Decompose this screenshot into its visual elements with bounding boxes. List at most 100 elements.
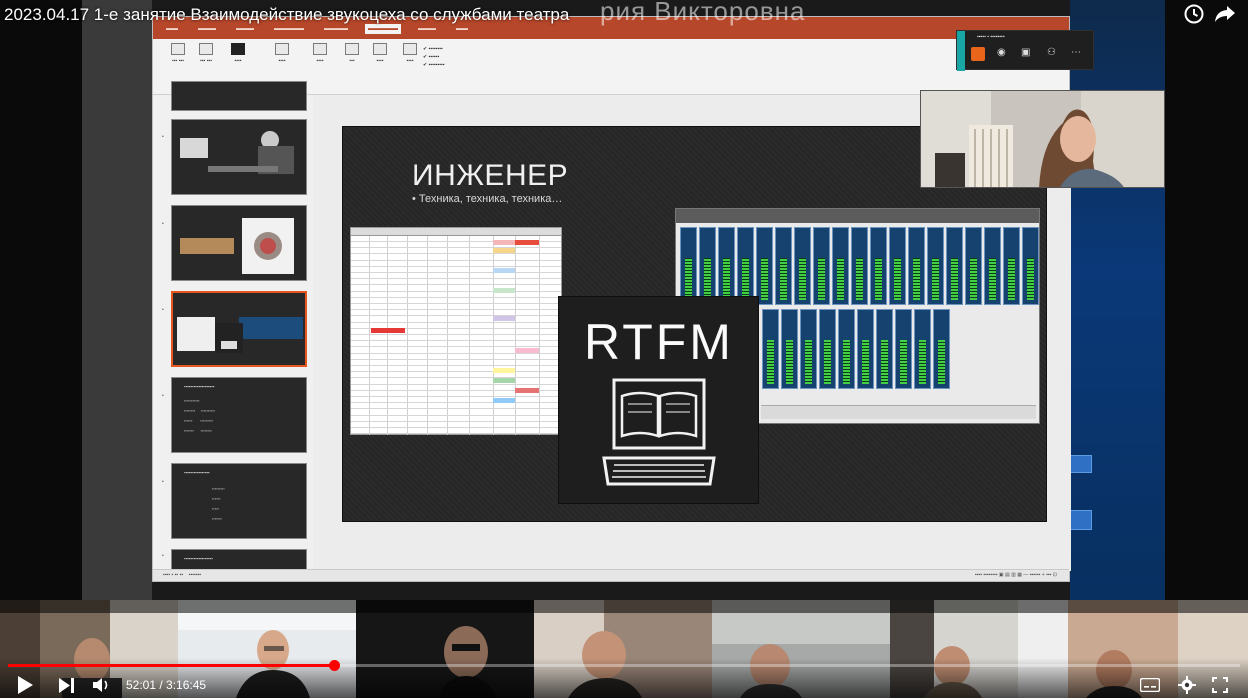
mixer-channel-strip <box>680 227 697 305</box>
spreadsheet-highlight-cell <box>493 268 515 273</box>
slide-thumbnail-selected[interactable] <box>171 291 307 367</box>
mixer-channel-strip <box>870 227 887 305</box>
mixer-channel-strip <box>813 227 830 305</box>
spreadsheet-row <box>351 360 561 366</box>
slide-bullet: • Техника, техника, техника… <box>412 193 563 205</box>
participant-name-label <box>1068 600 1248 613</box>
level-meter <box>894 258 901 300</box>
zoom-controls[interactable]: ▪▪▪▪ ▪▪▪▪▪▪▪▪ ▣ ▤ ▥ ▦ — ▪▪▪▪▪▪ + ▪▪▪ ⊡ <box>975 572 1057 578</box>
mixer-channel-strip <box>946 227 963 305</box>
spreadsheet-row <box>351 261 561 267</box>
spreadsheet-row <box>351 317 561 323</box>
level-meter <box>1008 258 1015 300</box>
spreadsheet-row <box>351 397 561 404</box>
spreadsheet-row <box>351 416 561 422</box>
camera-icon[interactable]: ◉ <box>997 47 1006 58</box>
mixer-channel-strip <box>819 309 836 389</box>
level-meter <box>900 340 907 384</box>
volume-icon[interactable] <box>92 677 112 693</box>
spreadsheet-row <box>351 403 561 410</box>
mixer-channel-strip <box>914 309 931 389</box>
time-display: 52:01 / 3:16:45 <box>126 678 207 692</box>
level-meter <box>805 340 812 384</box>
time-total: 3:16:45 <box>166 678 207 692</box>
level-meter <box>723 258 730 300</box>
spreadsheet-highlight-cell <box>493 378 515 383</box>
mixer-channel-strip <box>895 309 912 389</box>
spreadsheet-row <box>351 304 561 311</box>
level-meter <box>824 340 831 384</box>
mixer-channel-strip <box>800 309 817 389</box>
participants-icon[interactable]: ⚇ <box>1047 47 1056 58</box>
spreadsheet-row <box>351 379 561 385</box>
ribbon-icon <box>171 43 185 55</box>
ribbon-tab[interactable]: ▬▬▬▬ <box>321 24 351 34</box>
level-meter <box>862 340 869 384</box>
ribbon-tabs: ▬▬ ▬▬▬ ▬▬▬ ▬▬▬▬▬ ▬▬▬▬ ▬▬▬▬▬ ▬▬▬ ▬▬ <box>163 24 471 34</box>
subtitles-icon[interactable] <box>1140 678 1160 692</box>
meeting-status: ▪▪▪▪▪ ▪ ▪▪▪▪▪▪▪▪ <box>977 34 1005 40</box>
progress-bar[interactable] <box>8 660 1240 671</box>
mixer-channel-strip <box>832 227 849 305</box>
fullscreen-icon[interactable] <box>1212 677 1228 693</box>
mixer-channel-strip <box>781 309 798 389</box>
ribbon-icon <box>373 43 387 55</box>
spreadsheet-highlight-cell <box>515 348 539 353</box>
level-meter <box>970 258 977 300</box>
share-icon[interactable] <box>1214 5 1236 23</box>
mixer-channel-strip <box>876 309 893 389</box>
more-icon[interactable]: ⋯ <box>1071 47 1081 58</box>
play-icon[interactable] <box>16 676 34 694</box>
level-meter <box>837 258 844 300</box>
level-meter <box>704 258 711 300</box>
ribbon-tab[interactable]: ▬▬▬ <box>415 24 439 34</box>
slide-thumbnail[interactable] <box>171 119 307 195</box>
slide-number: • <box>162 307 164 313</box>
video-title[interactable]: 2023.04.17 1-е занятие Взаимодействие зв… <box>4 5 569 25</box>
ribbon-tab[interactable]: ▬▬ <box>453 24 471 34</box>
mixer-channel-strip <box>838 309 855 389</box>
level-meter <box>786 340 793 384</box>
letterbox-left <box>0 0 82 600</box>
participant-name-label <box>356 600 534 613</box>
screen-share-icon[interactable] <box>971 47 985 61</box>
ribbon-checkboxes[interactable]: ✔ ▪▪▪▪▪▪▪▪ ✔ ▪▪▪▪▪▪ ✔ ▪▪▪▪▪▪▪▪▪ <box>423 45 445 69</box>
spreadsheet-row <box>351 372 561 379</box>
level-meter <box>875 258 882 300</box>
ribbon-icon <box>199 43 213 55</box>
ribbon-tab[interactable]: ▬▬▬▬▬ <box>271 24 307 34</box>
ribbon-tab[interactable]: ▬▬ <box>163 24 181 34</box>
ribbon-tab-active[interactable]: ▬▬▬▬▬ <box>365 24 401 34</box>
ribbon-tab[interactable]: ▬▬▬ <box>195 24 219 34</box>
ribbon-button[interactable]: ▪▪▪▪ <box>263 43 301 64</box>
clock-icon[interactable] <box>1184 4 1204 24</box>
status-bar-left: ▪▪▪▪ ▪ ▪▪ ▪▪ ▪▪▪▪▪▪▪ <box>163 572 202 578</box>
level-meter <box>818 258 825 300</box>
layout-icon[interactable]: ▣ <box>1021 47 1030 58</box>
next-icon[interactable] <box>58 678 76 693</box>
mixer-channel-strip <box>927 227 944 305</box>
slide-thumbnail[interactable]: ▪▪▪▪▪▪▪▪▪▪▪▪▪▪▪▪▪▪ <box>171 549 307 571</box>
ribbon-icon <box>403 43 417 55</box>
participant-name-label <box>534 600 712 613</box>
ribbon-button[interactable]: ▪▪▪▪ <box>219 43 257 64</box>
gear-icon[interactable] <box>1178 676 1196 694</box>
desktop-tile <box>1070 455 1092 473</box>
slide-number: • <box>162 221 164 227</box>
mixer-channel-strip <box>965 227 982 305</box>
slide-thumbnail[interactable]: ▪▪▪▪▪▪▪▪▪▪▪▪▪▪▪▪ ▪▪▪▪▪▪▪▪▪ ▪▪▪▪▪▪ ▪▪▪▪▪ … <box>171 463 307 539</box>
slide-thumbnail[interactable]: ▪▪▪▪▪▪▪▪▪▪▪▪▪▪▪▪▪▪▪ ▪▪▪▪▪▪▪▪▪▪▪ ▪▪▪▪▪▪▪▪… <box>171 377 307 453</box>
spreadsheet-row <box>351 279 561 286</box>
mixer-channel-strip <box>737 227 754 305</box>
thumbnail-art <box>177 317 303 353</box>
slide-thumbnail-pane[interactable]: • • • • ▪▪▪▪▪▪▪▪▪▪▪▪▪▪▪▪▪▪▪ ▪▪▪▪▪▪▪▪▪▪▪ … <box>153 81 313 571</box>
mixer-channel-strip <box>775 227 792 305</box>
spreadsheet-highlight-cell <box>493 368 515 373</box>
slide-thumbnail[interactable] <box>171 81 307 111</box>
mixer-channel-strip <box>718 227 735 305</box>
ribbon-tab[interactable]: ▬▬▬ <box>233 24 257 34</box>
slide-title: ИНЖЕНЕР <box>412 159 569 192</box>
spreadsheet-row <box>351 267 561 273</box>
slide-thumbnail[interactable] <box>171 205 307 281</box>
progress-scrubber[interactable] <box>328 660 340 671</box>
